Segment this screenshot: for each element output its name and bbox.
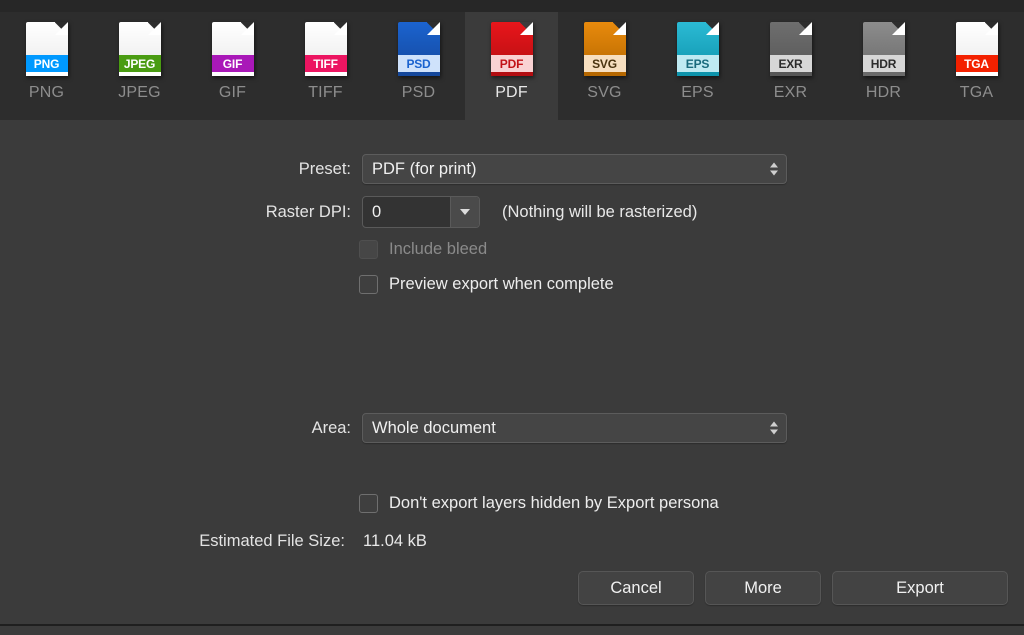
file-icon-png: PNG <box>25 22 68 76</box>
tab-label: PSD <box>401 84 436 101</box>
dont-export-hidden-row[interactable]: Don't export layers hidden by Export per… <box>359 494 719 513</box>
include-bleed-checkbox <box>359 240 378 259</box>
window-top-strip <box>0 0 1024 12</box>
file-icon-band-label: GIF <box>211 55 254 72</box>
file-icon-band-label: HDR <box>862 55 905 72</box>
bottom-strip <box>0 626 1024 635</box>
file-icon-band-label: PSD <box>397 55 440 72</box>
tab-label: EXR <box>773 84 808 101</box>
file-icon-eps: EPS <box>676 22 719 76</box>
area-select-value: Whole document <box>372 418 496 437</box>
preview-export-row[interactable]: Preview export when complete <box>359 275 614 294</box>
preset-select-value: PDF (for print) <box>372 159 477 178</box>
raster-dpi-label: Raster DPI: <box>265 202 351 221</box>
file-icon-band-label: TIFF <box>304 55 347 72</box>
file-icon-band-label: PDF <box>490 55 533 72</box>
tab-label: PDF <box>495 84 528 101</box>
chevron-updown-icon <box>770 421 778 435</box>
file-size-label: Estimated File Size: <box>199 532 345 550</box>
preset-label: Preset: <box>298 159 351 178</box>
raster-dpi-note: (Nothing will be rasterized) <box>502 202 698 221</box>
dont-export-hidden-label: Don't export layers hidden by Export per… <box>389 494 719 512</box>
tab-png[interactable]: PNG PNG <box>0 12 93 120</box>
file-icon-band-label: JPEG <box>118 55 161 72</box>
chevron-updown-icon <box>770 162 778 176</box>
raster-dpi-value: 0 <box>372 202 382 221</box>
include-bleed-row[interactable]: Include bleed <box>359 240 487 259</box>
preview-export-checkbox[interactable] <box>359 275 378 294</box>
export-settings-panel: Preset: PDF (for print) Raster DPI: 0 (N… <box>0 120 1024 625</box>
tab-label: GIF <box>218 84 247 101</box>
file-icon-band-label: EPS <box>676 55 719 72</box>
area-label: Area: <box>311 418 351 437</box>
file-icon-svg: SVG <box>583 22 626 76</box>
cancel-button[interactable]: Cancel <box>578 571 694 605</box>
file-icon-band-label: SVG <box>583 55 626 72</box>
tab-gif[interactable]: GIF GIF <box>186 12 279 120</box>
raster-dpi-row: Raster DPI: 0 (Nothing will be rasterize… <box>0 196 1000 228</box>
tab-psd[interactable]: PSD PSD <box>372 12 465 120</box>
preview-export-label: Preview export when complete <box>389 275 614 293</box>
tab-label: TGA <box>959 84 994 101</box>
raster-dpi-input[interactable]: 0 <box>362 196 480 228</box>
file-icon-gif: GIF <box>211 22 254 76</box>
tab-label: HDR <box>865 84 902 101</box>
file-icon-exr: EXR <box>769 22 812 76</box>
chevron-down-icon <box>460 209 470 215</box>
preset-row: Preset: PDF (for print) <box>0 154 790 184</box>
format-tab-bar: PNG PNG JPEG JPEG GIF GIF TIFF TIFF PSD PSD PDF PDF… <box>0 12 1024 120</box>
export-button[interactable]: Export <box>832 571 1008 605</box>
tab-exr[interactable]: EXR EXR <box>744 12 837 120</box>
tab-pdf[interactable]: PDF PDF <box>465 12 558 120</box>
tab-label: JPEG <box>118 84 161 101</box>
file-icon-band-label: TGA <box>955 55 998 72</box>
raster-dpi-dropdown-button[interactable] <box>450 197 479 227</box>
file-icon-pdf: PDF <box>490 22 533 76</box>
tab-tga[interactable]: TGA TGA <box>930 12 1023 120</box>
preset-select[interactable]: PDF (for print) <box>362 154 787 184</box>
tab-label: EPS <box>681 84 714 101</box>
tab-label: SVG <box>587 84 622 101</box>
file-icon-band-label: EXR <box>769 55 812 72</box>
area-row: Area: Whole document <box>0 413 790 443</box>
tab-hdr[interactable]: HDR HDR <box>837 12 930 120</box>
tab-label: PNG <box>28 84 65 101</box>
dialog-button-bar: Cancel More Export <box>578 571 1008 605</box>
file-icon-tiff: TIFF <box>304 22 347 76</box>
file-icon-jpeg: JPEG <box>118 22 161 76</box>
file-icon-hdr: HDR <box>862 22 905 76</box>
file-icon-tga: TGA <box>955 22 998 76</box>
dont-export-hidden-checkbox[interactable] <box>359 494 378 513</box>
more-button[interactable]: More <box>705 571 821 605</box>
file-size-value: 11.04 kB <box>363 532 427 550</box>
tab-svg[interactable]: SVG SVG <box>558 12 651 120</box>
area-select[interactable]: Whole document <box>362 413 787 443</box>
file-size-row: Estimated File Size: 11.04 kB <box>0 532 700 551</box>
tab-eps[interactable]: EPS EPS <box>651 12 744 120</box>
tab-label: TIFF <box>308 84 343 101</box>
include-bleed-label: Include bleed <box>389 240 488 258</box>
export-dialog: PNG PNG JPEG JPEG GIF GIF TIFF TIFF PSD PSD PDF PDF… <box>0 0 1024 635</box>
file-icon-psd: PSD <box>397 22 440 76</box>
tab-tiff[interactable]: TIFF TIFF <box>279 12 372 120</box>
tab-jpeg[interactable]: JPEG JPEG <box>93 12 186 120</box>
file-icon-band-label: PNG <box>25 55 68 72</box>
